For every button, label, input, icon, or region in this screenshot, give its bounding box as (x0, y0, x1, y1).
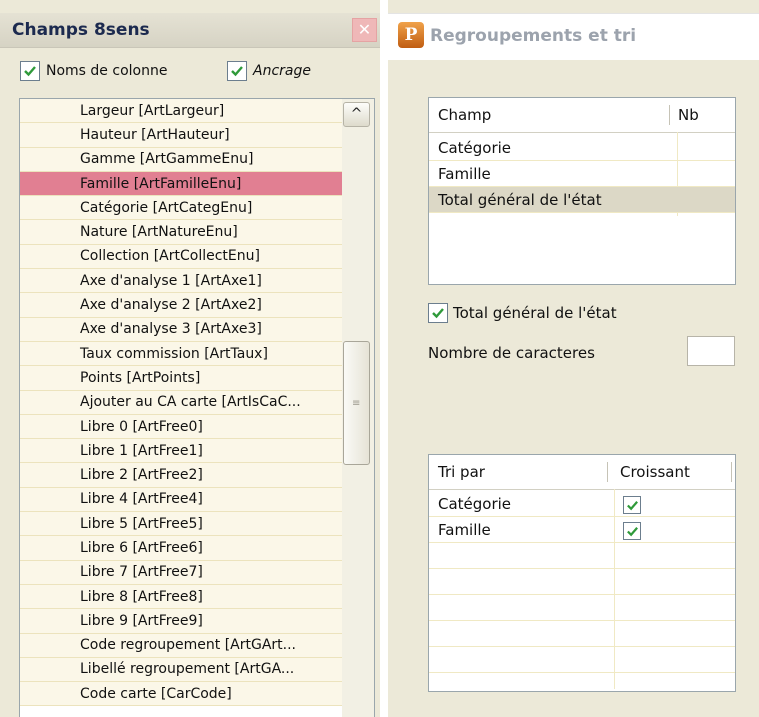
sort-row-empty[interactable] (429, 595, 735, 621)
sort-row-empty[interactable] (429, 621, 735, 647)
fields-panel-titlebar: Champs 8sens ✕ (0, 13, 380, 48)
grid-header: Champ Nb (429, 98, 735, 133)
total-general-option[interactable]: Total général de l'état (428, 302, 617, 324)
field-item[interactable]: Code carte [CarCode] (20, 682, 342, 707)
row-nb[interactable] (677, 187, 735, 213)
field-item[interactable]: Nature [ArtNatureEnu] (20, 220, 342, 245)
vertical-scrollbar[interactable]: ^ ≡ (342, 99, 374, 717)
column-names-checkbox[interactable] (20, 61, 40, 81)
sort-row[interactable]: Famille (429, 517, 735, 543)
field-item[interactable]: Axe d'analyse 2 [ArtAxe2] (20, 293, 342, 318)
column-separator (607, 462, 608, 482)
grid-row[interactable]: Famille (429, 161, 735, 187)
anchoring-checkbox[interactable] (227, 61, 247, 81)
total-general-checkbox[interactable] (428, 303, 448, 323)
fields-panel: Champs 8sens ✕ Noms de colonne Ancrage L… (0, 0, 380, 717)
sort-row-empty[interactable] (429, 569, 735, 595)
anchoring-option[interactable]: Ancrage (227, 58, 311, 84)
check-icon (432, 308, 444, 319)
column-names-label: Noms de colonne (46, 63, 168, 79)
field-item[interactable]: Libre 9 [ArtFree9] (20, 609, 342, 634)
field-item[interactable]: Axe d'analyse 1 [ArtAxe1] (20, 269, 342, 294)
row-champ: Total général de l'état (438, 191, 602, 209)
fields-list-items: Largeur [ArtLargeur] Hauteur [ArtHauteur]… (20, 99, 342, 707)
column-header-nb[interactable]: Nb (669, 98, 735, 132)
field-item[interactable]: Libre 0 [ArtFree0] (20, 414, 342, 440)
sort-row-empty[interactable] (429, 543, 735, 569)
field-item[interactable]: Collection [ArtCollectEnu] (20, 244, 342, 270)
field-item[interactable]: Catégorie [ArtCategEnu] (20, 196, 342, 221)
field-item[interactable]: Axe d'analyse 3 [ArtAxe3] (20, 317, 342, 342)
column-header-croissant[interactable]: Croissant (611, 455, 735, 489)
grip-icon: ≡ (352, 398, 361, 409)
field-item[interactable]: Libre 6 [ArtFree6] (20, 536, 342, 561)
field-item[interactable]: Libre 8 [ArtFree8] (20, 584, 342, 610)
field-item[interactable]: Libre 1 [ArtFree1] (20, 439, 342, 464)
column-header-tri-par[interactable]: Tri par (429, 455, 607, 489)
row-nb[interactable] (677, 161, 735, 187)
anchoring-label: Ancrage (253, 63, 311, 79)
grid-row-highlighted[interactable]: Total général de l'état (429, 187, 735, 213)
grid-header: Tri par Croissant (429, 455, 735, 490)
character-count-input[interactable] (687, 336, 735, 366)
field-item[interactable]: Libre 7 [ArtFree7] (20, 560, 342, 585)
panel-title: Regroupements et tri (430, 26, 637, 46)
row-champ: Catégorie (438, 139, 512, 157)
check-icon (231, 66, 243, 77)
field-item[interactable]: Largeur [ArtLargeur] (20, 99, 342, 124)
row-tri-par: Famille (438, 521, 491, 539)
row-tri-par: Catégorie (438, 495, 512, 513)
check-icon (626, 500, 638, 510)
panel-title: Champs 8sens (12, 20, 150, 40)
grouping-grid[interactable]: Champ Nb Catégorie Famille Total général… (428, 97, 736, 285)
field-item[interactable]: Ajouter au CA carte [ArtIsCaC... (20, 390, 342, 415)
field-item[interactable]: Gamme [ArtGammeEnu] (20, 147, 342, 172)
field-item[interactable]: Libre 4 [ArtFree4] (20, 487, 342, 513)
fields-list[interactable]: Largeur [ArtLargeur] Hauteur [ArtHauteur]… (19, 98, 375, 717)
close-icon[interactable]: ✕ (352, 18, 377, 42)
check-icon (626, 526, 638, 536)
sort-row[interactable]: Catégorie (429, 491, 735, 517)
grid-row[interactable]: Catégorie (429, 135, 735, 161)
field-item[interactable]: Libre 5 [ArtFree5] (20, 512, 342, 537)
column-separator (731, 462, 732, 482)
total-general-label: Total général de l'état (453, 304, 617, 322)
column-header-champ[interactable]: Champ (429, 98, 669, 132)
character-count-label: Nombre de caracteres (428, 344, 595, 362)
grouping-panel-titlebar: P Regroupements et tri (388, 13, 759, 60)
field-item[interactable]: Hauteur [ArtHauteur] (20, 123, 342, 148)
grouping-panel: P Regroupements et tri Champ Nb Catégori… (388, 0, 759, 717)
field-item[interactable]: Points [ArtPoints] (20, 366, 342, 391)
field-item[interactable]: Libre 2 [ArtFree2] (20, 463, 342, 488)
column-names-option[interactable]: Noms de colonne (20, 58, 167, 84)
row-champ: Famille (438, 165, 491, 183)
scroll-thumb[interactable]: ≡ (343, 341, 370, 465)
row-nb[interactable] (677, 135, 735, 161)
scroll-up-icon[interactable]: ^ (343, 102, 370, 127)
field-item[interactable]: Code regroupement [ArtGArt... (20, 633, 342, 658)
field-item[interactable]: Libellé regroupement [ArtGA... (20, 657, 342, 683)
field-item-selected[interactable]: Famille [ArtFamilleEnu] (20, 171, 342, 197)
croissant-checkbox[interactable] (623, 522, 641, 540)
croissant-checkbox[interactable] (623, 496, 641, 514)
sort-row-empty[interactable] (429, 647, 735, 673)
app-logo-icon: P (398, 22, 424, 48)
sort-grid[interactable]: Tri par Croissant Catégorie Famille (428, 454, 736, 692)
field-item[interactable]: Taux commission [ArtTaux] (20, 341, 342, 367)
check-icon (24, 66, 36, 77)
